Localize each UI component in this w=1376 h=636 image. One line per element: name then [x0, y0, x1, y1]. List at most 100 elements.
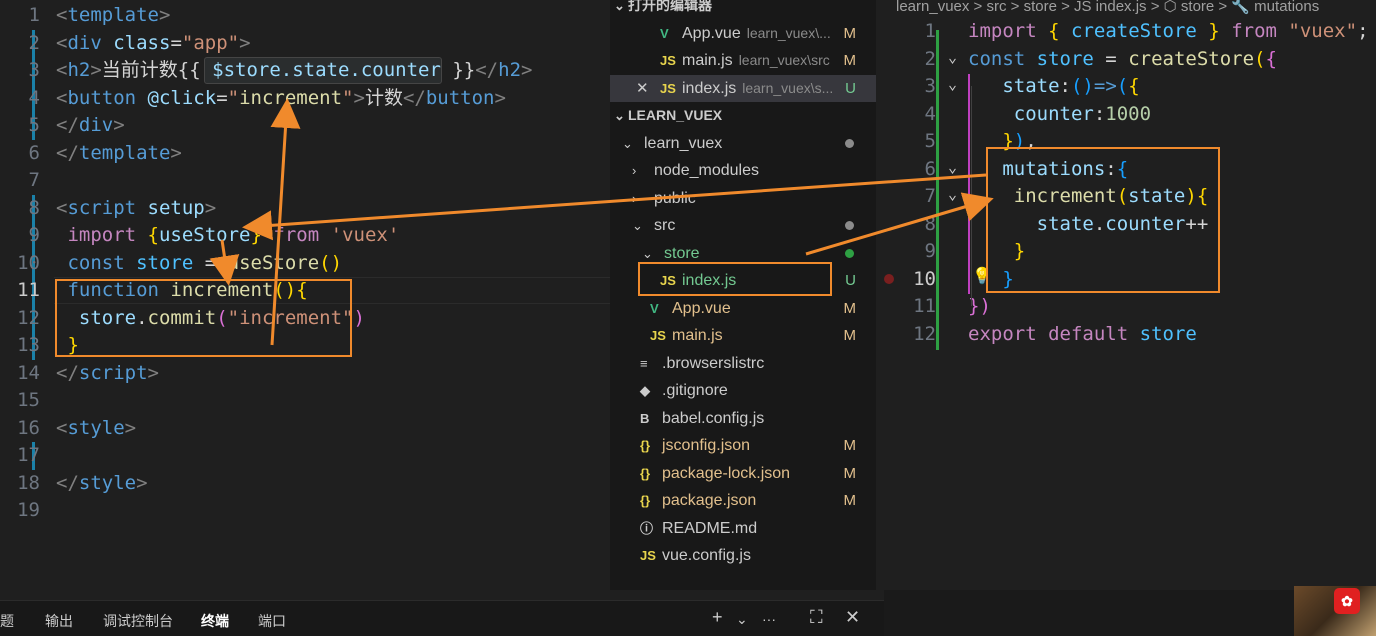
code-line[interactable]: 4 counter:1000	[876, 101, 1376, 129]
tree-item[interactable]: {} jsconfig.json M	[610, 432, 876, 460]
folder-name: public	[654, 189, 696, 207]
file-name: .gitignore	[662, 382, 728, 399]
code-line[interactable]: 14 </script>	[0, 360, 610, 388]
tab-debug-console[interactable]: 调试控制台	[103, 611, 173, 631]
line-number: 11	[913, 295, 936, 317]
code-token: =	[216, 86, 228, 109]
git-status: M	[843, 464, 857, 482]
open-editors-header[interactable]: ⌄ 打开的编辑器	[610, 0, 876, 20]
chevron-down-icon[interactable]: ⌄	[736, 611, 748, 628]
chevron-down-icon[interactable]: ⌄	[622, 130, 633, 158]
code-token: >	[353, 86, 365, 109]
code-token: h2	[498, 59, 522, 81]
code-token: }}	[440, 59, 476, 81]
status-area	[884, 590, 1294, 636]
git-status: U	[845, 272, 856, 289]
code-token: {	[1265, 47, 1277, 70]
open-editor-item[interactable]: V App.vue learn_vuex\... M	[610, 20, 876, 48]
code-line[interactable]: 2 <div class="app">	[0, 30, 610, 58]
right-code-editor[interactable]: learn_vuex > src > store > JS index.js >…	[876, 0, 1376, 600]
code-line[interactable]: 8 <script setup>	[0, 195, 610, 223]
panel-tab-bar[interactable]: 题 输出 调试控制台 终端 端口 + ⌄ ··· ⛶ ✕	[0, 600, 884, 636]
tab-ports[interactable]: 端口	[258, 611, 286, 631]
line-number: 16	[17, 416, 40, 439]
code-line[interactable]: 19	[0, 497, 610, 525]
breadcrumb[interactable]: learn_vuex > src > store > JS index.js >…	[896, 0, 1319, 14]
workspace-header[interactable]: ⌄ LEARN_VUEX	[610, 102, 876, 130]
tab-output[interactable]: 输出	[45, 611, 73, 631]
maximize-panel-icon[interactable]: ⛶	[810, 607, 823, 628]
tree-item[interactable]: › public	[610, 185, 876, 213]
file-name: babel.config.js	[662, 409, 765, 427]
annotation-box-indexjs	[638, 262, 832, 296]
code-line[interactable]: 10 const store = useStore()	[0, 250, 610, 278]
code-line[interactable]: 12 export default store	[876, 321, 1376, 349]
code-line[interactable]: 6 </template>	[0, 140, 610, 168]
code-token: div	[67, 31, 102, 54]
close-icon[interactable]: ✕	[636, 75, 649, 103]
more-actions-icon[interactable]: ···	[762, 611, 776, 627]
code-token: </	[56, 471, 79, 494]
chevron-right-icon[interactable]: ›	[632, 157, 636, 185]
git-status: M	[843, 327, 857, 344]
line-number: 9	[28, 224, 40, 246]
fold-chevron-icon[interactable]: ⌄	[948, 75, 957, 93]
tree-item[interactable]: ⌄ src	[610, 212, 876, 240]
code-token: <	[56, 416, 68, 439]
tree-item[interactable]: JS vue.config.js	[610, 542, 876, 570]
code-line[interactable]: 15	[0, 387, 610, 415]
tab-terminal[interactable]: 终端	[201, 611, 229, 631]
line-number: 14	[17, 361, 40, 384]
fold-chevron-icon[interactable]: ⌄	[948, 158, 957, 176]
close-panel-icon[interactable]: ✕	[845, 607, 860, 628]
fold-chevron-icon[interactable]: ⌄	[948, 185, 957, 203]
tree-item[interactable]: {} package.json M	[610, 487, 876, 515]
code-token: createStore	[1071, 20, 1197, 42]
open-editor-item[interactable]: ✕ JS index.js learn_vuex\s... U	[610, 74, 876, 103]
fold-chevron-icon[interactable]: ⌄	[948, 48, 957, 66]
code-line[interactable]: 4 <button @click="increment">计数</button>	[0, 85, 610, 113]
folder-name: src	[654, 217, 676, 234]
tree-item[interactable]: ⓘ README.md	[610, 515, 876, 543]
tree-item[interactable]: › node_modules	[610, 157, 876, 185]
code-text: const store = createStore({	[968, 46, 1277, 74]
chevron-right-icon[interactable]: ›	[632, 185, 636, 213]
code-token: :	[1059, 75, 1071, 97]
code-token: =	[193, 251, 228, 274]
code-line[interactable]: 9 import {useStore} from 'vuex'	[0, 222, 610, 250]
code-line[interactable]: 17	[0, 442, 610, 470]
code-token: </	[56, 141, 79, 164]
code-token: counter	[1013, 102, 1094, 125]
tree-item[interactable]: V App.vue M	[610, 295, 876, 323]
tree-item[interactable]: {} package-lock.json M	[610, 460, 876, 488]
new-terminal-icon[interactable]: +	[712, 607, 723, 628]
open-editors-label: 打开的编辑器	[628, 0, 712, 13]
line-number: 8	[28, 196, 40, 219]
code-line[interactable]: 11})	[876, 293, 1376, 321]
code-line[interactable]: 5 </div>	[0, 112, 610, 140]
file-name: README.md	[662, 519, 758, 537]
tree-item[interactable]: JS main.js M	[610, 322, 876, 350]
code-token: </	[475, 59, 499, 81]
git-status: M	[843, 492, 857, 509]
code-text: </script>	[56, 360, 159, 388]
code-token: h2	[67, 59, 91, 81]
tree-item[interactable]: ≡ .browserslistrc	[610, 350, 876, 378]
code-line[interactable]: 7	[0, 167, 610, 195]
js-file-icon: JS	[660, 80, 676, 96]
tree-item[interactable]: ◆ .gitignore	[610, 377, 876, 405]
breakpoint-icon[interactable]	[884, 274, 894, 284]
tree-item[interactable]: Bbabel.config.js	[610, 405, 876, 433]
code-line[interactable]: 3 <h2>当前计数{{ $store.state.counter }}</h2>	[0, 57, 610, 85]
chevron-down-icon[interactable]: ⌄	[632, 212, 643, 240]
code-line[interactable]: 1 <template>	[0, 2, 610, 30]
code-line[interactable]: 16 <style>	[0, 415, 610, 443]
tab-problems[interactable]: 题	[0, 611, 14, 631]
line-number: 18	[17, 471, 40, 494]
code-line[interactable]: 1 import { createStore } from "vuex";	[876, 18, 1376, 46]
open-editor-item[interactable]: JS main.js learn_vuex\src M	[610, 47, 876, 75]
code-line[interactable]: 18 </style>	[0, 470, 610, 498]
code-token: <	[56, 31, 68, 54]
tree-item[interactable]: ⌄ learn_vuex	[610, 130, 876, 158]
